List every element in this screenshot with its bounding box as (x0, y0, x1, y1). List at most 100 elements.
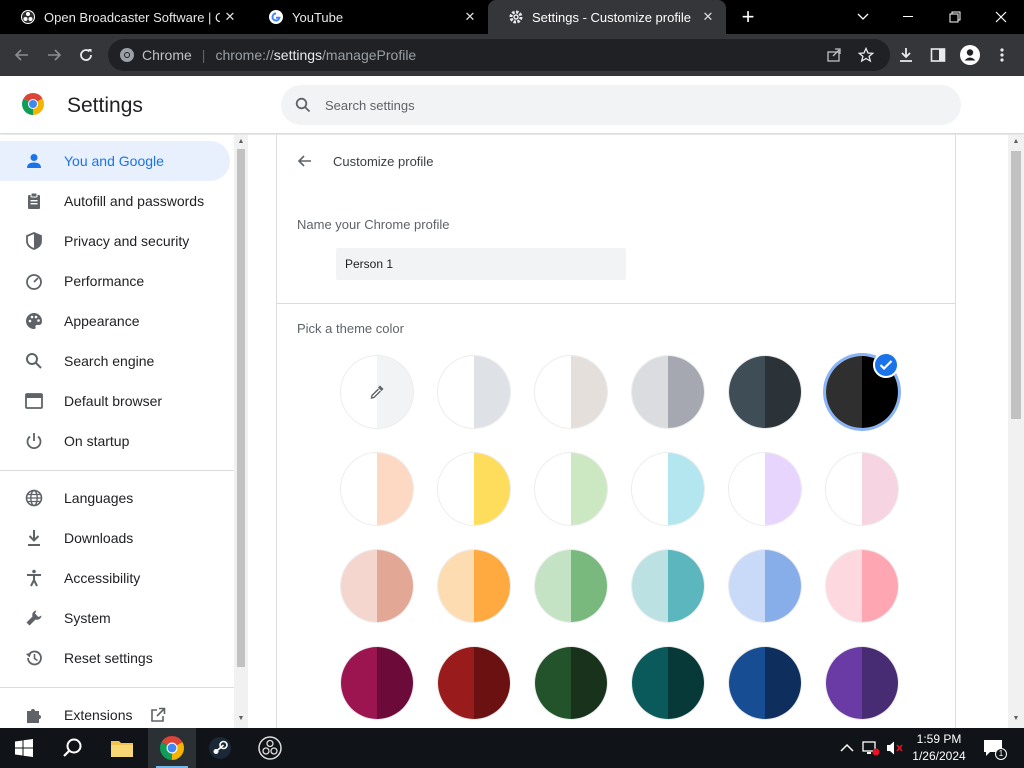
reload-button[interactable] (74, 43, 98, 67)
settings-search[interactable] (281, 85, 961, 125)
sidebar-item-label: Performance (64, 273, 145, 289)
theme-color-swatch[interactable] (341, 550, 413, 622)
search-input[interactable] (325, 97, 925, 113)
close-icon[interactable]: ✕ (222, 9, 238, 25)
theme-color-swatch[interactable] (729, 356, 801, 428)
scroll-down-arrow[interactable]: ▼ (1011, 715, 1021, 722)
sidebar-item-appearance[interactable]: Appearance (0, 301, 230, 341)
scroll-up-arrow[interactable]: ▲ (1011, 138, 1021, 145)
eyedropper-icon (367, 382, 387, 402)
sidebar-item-you-and-google[interactable]: You and Google (0, 141, 230, 181)
sidebar-item-languages[interactable]: Languages (0, 478, 230, 518)
theme-color-swatch[interactable] (535, 453, 607, 525)
minimize-button[interactable] (886, 0, 932, 34)
profile-name-input[interactable] (336, 248, 626, 280)
theme-color-swatch[interactable] (826, 550, 898, 622)
steam-icon[interactable] (196, 728, 244, 768)
tab-title: Settings - Customize profile (532, 9, 691, 25)
tab-settings[interactable]: Settings - Customize profile ✕ (488, 0, 726, 34)
clock-time[interactable]: 1:59 PM (908, 732, 970, 746)
scrollbar-thumb[interactable] (237, 149, 245, 667)
theme-color-swatch[interactable] (826, 453, 898, 525)
sidebar-item-label: System (64, 610, 111, 626)
theme-color-swatch[interactable] (729, 453, 801, 525)
scrollbar-thumb[interactable] (1011, 151, 1021, 419)
forward-button[interactable] (42, 43, 66, 67)
custom-color-swatch[interactable] (341, 356, 413, 428)
theme-color-swatch[interactable] (632, 453, 704, 525)
tab-obs[interactable]: Open Broadcaster Software | OBS ✕ (0, 0, 248, 34)
back-button[interactable] (10, 43, 34, 67)
theme-color-swatch[interactable] (438, 647, 510, 719)
sidebar-item-label: Default browser (64, 393, 163, 409)
scroll-up-arrow[interactable]: ▲ (237, 138, 245, 145)
scroll-down-arrow[interactable]: ▼ (237, 715, 245, 722)
clock-date[interactable]: 1/26/2024 (908, 749, 970, 763)
volume-icon[interactable] (886, 738, 904, 758)
network-icon[interactable] (862, 738, 880, 758)
accessibility-icon (24, 568, 44, 588)
side-panel-icon[interactable] (926, 43, 950, 67)
theme-color-swatch[interactable] (438, 356, 510, 428)
sidebar-item-default-browser[interactable]: Default browser (0, 381, 230, 421)
browser-icon (24, 391, 44, 411)
theme-color-swatch[interactable] (535, 356, 607, 428)
theme-color-swatch[interactable] (535, 647, 607, 719)
chrome-icon (118, 46, 136, 64)
theme-color-swatch[interactable] (826, 647, 898, 719)
sidebar-item-search-engine[interactable]: Search engine (0, 341, 230, 381)
close-icon[interactable]: ✕ (462, 9, 478, 25)
download-icon[interactable] (894, 43, 918, 67)
close-window-button[interactable] (978, 0, 1024, 34)
back-arrow-icon[interactable] (295, 151, 315, 171)
theme-color-swatch[interactable] (632, 550, 704, 622)
theme-color-swatch[interactable] (632, 356, 704, 428)
sidebar-item-extensions[interactable]: Extensions (0, 695, 230, 728)
new-tab-button[interactable]: + (736, 5, 760, 29)
sidebar-item-performance[interactable]: Performance (0, 261, 230, 301)
sidebar-item-reset-settings[interactable]: Reset settings (0, 638, 230, 678)
chevron-up-icon[interactable] (838, 738, 856, 758)
theme-color-label: Pick a theme color (297, 321, 404, 336)
windows-start-icon[interactable] (0, 728, 48, 768)
sidebar-item-accessibility[interactable]: Accessibility (0, 558, 230, 598)
profile-avatar-icon[interactable] (958, 43, 982, 67)
sidebar-item-on-startup[interactable]: On startup (0, 421, 230, 461)
menu-kebab-icon[interactable] (990, 43, 1014, 67)
theme-color-swatch[interactable] (341, 453, 413, 525)
tab-search-button[interactable] (840, 0, 886, 34)
sidebar-item-label: Autofill and passwords (64, 193, 205, 209)
search-icon (24, 351, 44, 371)
chrome-icon[interactable] (148, 728, 196, 768)
main-scrollbar[interactable]: ▲ ▼ (1008, 135, 1024, 728)
url-text: chrome://settings/manageProfile (215, 47, 417, 63)
restore-button[interactable] (932, 0, 978, 34)
theme-color-swatch[interactable] (729, 647, 801, 719)
sidebar-scrollbar[interactable]: ▲ ▼ (234, 135, 248, 728)
share-icon[interactable] (822, 43, 846, 67)
tab-title: Open Broadcaster Software | OBS (44, 9, 220, 25)
settings-sidebar: You and Google Autofill and passwords Pr… (0, 135, 234, 728)
subpage-title: Customize profile (333, 154, 434, 169)
sidebar-item-autofill[interactable]: Autofill and passwords (0, 181, 230, 221)
sidebar-item-privacy[interactable]: Privacy and security (0, 221, 230, 261)
sidebar-item-downloads[interactable]: Downloads (0, 518, 230, 558)
close-icon[interactable]: ✕ (700, 9, 716, 25)
obs-icon[interactable] (246, 728, 294, 768)
theme-color-swatch[interactable] (729, 550, 801, 622)
address-bar[interactable]: Chrome | chrome://settings/manageProfile (108, 39, 890, 71)
search-icon[interactable] (48, 728, 96, 768)
notification-icon[interactable]: 1 (982, 738, 1007, 760)
sidebar-item-label: Reset settings (64, 650, 153, 666)
sidebar-item-system[interactable]: System (0, 598, 230, 638)
theme-color-swatch[interactable] (632, 647, 704, 719)
sidebar-item-label: Extensions (64, 707, 133, 723)
bookmark-star-icon[interactable] (854, 43, 878, 67)
file-explorer-icon[interactable] (98, 728, 146, 768)
theme-color-swatch[interactable] (438, 550, 510, 622)
theme-color-swatch[interactable] (535, 550, 607, 622)
theme-color-swatch[interactable] (438, 453, 510, 525)
tab-youtube[interactable]: YouTube ✕ (248, 0, 488, 34)
sidebar-divider (0, 470, 234, 471)
theme-color-swatch[interactable] (341, 647, 413, 719)
